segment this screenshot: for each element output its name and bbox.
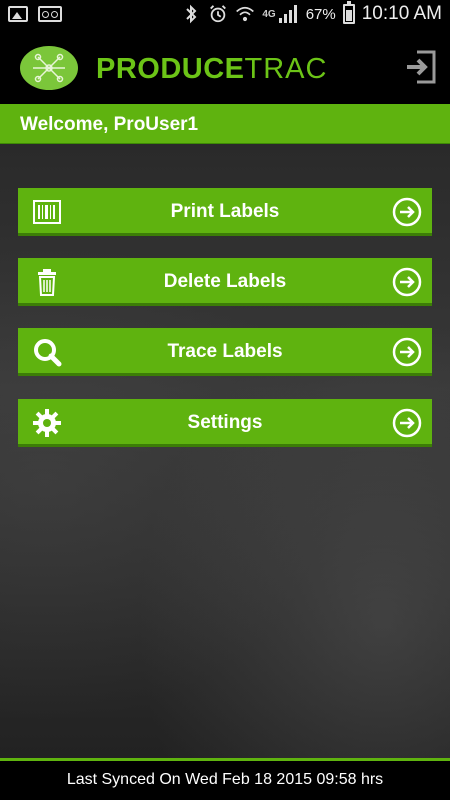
delete-labels-button[interactable]: Delete Labels — [18, 258, 432, 306]
voicemail-icon — [38, 6, 62, 22]
clock: 10:10 AM — [361, 3, 442, 24]
app-header: PRODUCETRAC — [0, 32, 450, 104]
brand-logo: PRODUCETRAC — [96, 54, 327, 84]
logo-icon — [20, 46, 78, 90]
last-synced-text: Last Synced On Wed Feb 18 2015 09:58 hrs — [66, 771, 384, 788]
battery-icon — [342, 1, 355, 24]
delete-labels-label: Delete Labels — [163, 271, 287, 292]
trace-labels-label: Trace Labels — [167, 341, 283, 362]
welcome-bar: Welcome, ProUser1 — [0, 104, 450, 144]
wifi-icon — [235, 4, 255, 24]
battery-percent: 67% — [305, 5, 336, 23]
arrow-right-circle-icon — [392, 408, 422, 438]
arrow-right-circle-icon — [392, 197, 422, 227]
sync-footer: Last Synced On Wed Feb 18 2015 09:58 hrs — [0, 758, 450, 800]
settings-button[interactable]: Settings — [18, 399, 432, 447]
gallery-icon — [8, 6, 28, 22]
brand-name-light: TRAC — [244, 53, 328, 85]
print-labels-button[interactable]: Print Labels — [18, 188, 432, 236]
arrow-right-circle-icon — [392, 337, 422, 367]
brand-name-bold: PRODUCE — [96, 53, 245, 85]
signal-icon — [278, 5, 299, 23]
network-type: 4G — [262, 8, 276, 20]
arrow-right-circle-icon — [392, 267, 422, 297]
status-bar: 4G 67% 10:10 AM — [0, 0, 450, 32]
trace-labels-button[interactable]: Trace Labels — [18, 328, 432, 376]
logout-button[interactable] — [404, 48, 438, 86]
print-labels-label: Print Labels — [170, 201, 280, 222]
alarm-icon — [208, 4, 228, 24]
bluetooth-icon — [181, 4, 201, 24]
main-menu: Print Labels Delete Labels Trace Labels — [0, 144, 450, 758]
welcome-text: Welcome, ProUser1 — [20, 114, 199, 135]
settings-label: Settings — [187, 412, 263, 433]
logout-icon — [407, 50, 436, 84]
